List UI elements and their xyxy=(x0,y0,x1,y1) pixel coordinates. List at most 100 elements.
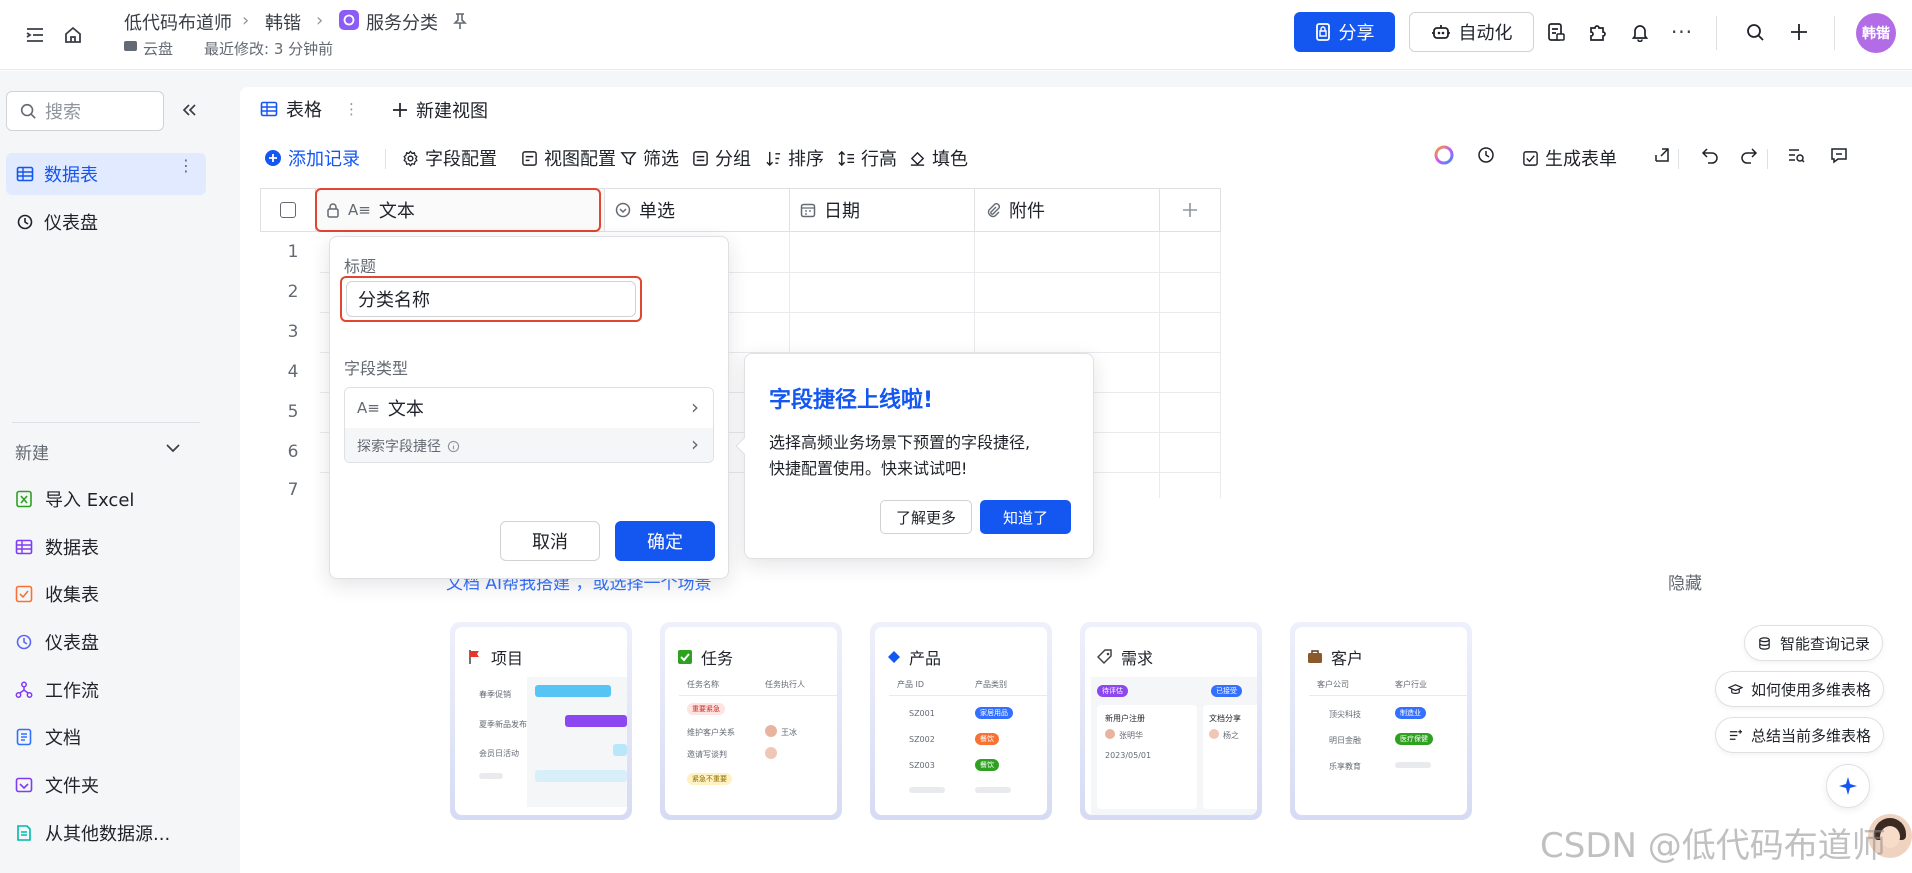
collapse-icon[interactable] xyxy=(180,101,198,119)
home-icon[interactable] xyxy=(58,20,88,50)
robot-icon xyxy=(1431,25,1450,39)
new-folder[interactable]: 文件夹 xyxy=(15,770,99,800)
new-workflow[interactable]: 工作流 xyxy=(15,675,99,705)
template-card-customer[interactable]: 客户 客户公司 客户行业 顶尖科技 制造业 明日金融 医疗保健 乐享教育 xyxy=(1290,622,1472,820)
sort-button[interactable]: 排序 xyxy=(765,145,824,171)
row-height-button[interactable]: 行高 xyxy=(838,145,897,171)
gear-icon xyxy=(403,149,418,167)
got-it-button[interactable]: 知道了 xyxy=(980,500,1071,534)
toolbar: 添加记录 字段配置 视图配置 筛选 分组 排序 行高 填色 生成表单 xyxy=(240,133,1912,179)
graduation-icon xyxy=(1728,683,1743,694)
cancel-button[interactable]: 取消 xyxy=(500,521,600,561)
new-doc[interactable]: 文档 xyxy=(15,722,81,752)
more-vertical-icon[interactable]: ⋮ xyxy=(178,158,194,174)
table-icon xyxy=(16,166,34,182)
share-out-icon[interactable] xyxy=(1653,146,1671,164)
table-icon xyxy=(260,101,278,117)
search-icon[interactable] xyxy=(1740,17,1770,47)
chevron-down-icon[interactable] xyxy=(164,441,182,455)
history-icon[interactable] xyxy=(1477,146,1495,164)
new-dashboard[interactable]: 仪表盘 xyxy=(15,627,99,657)
summarize-button[interactable]: 总结当前多维表格 xyxy=(1715,717,1885,753)
confirm-button[interactable]: 确定 xyxy=(615,521,715,561)
view-config-button[interactable]: 视图配置 xyxy=(521,145,616,171)
add-circle-icon xyxy=(265,150,281,166)
doc-title[interactable]: 服务分类 xyxy=(366,9,438,35)
comment-icon[interactable] xyxy=(1830,146,1848,164)
redo-icon[interactable] xyxy=(1740,146,1758,164)
sidebar: 搜索 数据表 ⋮ 仪表盘 新建 导入 Excel 数据表 收集表 仪表盘 工作流… xyxy=(0,71,220,873)
sidebar-item-dashboard[interactable]: 仪表盘 xyxy=(6,201,206,243)
plus-icon xyxy=(393,103,407,117)
field-type-dropdown[interactable]: A≡ 文本 › xyxy=(345,388,713,428)
add-column-button[interactable] xyxy=(1159,188,1221,232)
ai-assistant-button[interactable] xyxy=(1826,764,1870,808)
base-app-icon xyxy=(339,10,359,30)
more-icon[interactable]: ··· xyxy=(1667,17,1697,47)
filter-icon xyxy=(620,151,637,165)
avatar[interactable]: 韩锴 xyxy=(1856,13,1896,53)
new-form[interactable]: 收集表 xyxy=(15,579,99,609)
checkbox-form-icon xyxy=(1523,150,1538,166)
lock-file-icon xyxy=(1315,23,1330,41)
tab-table[interactable]: 表格 ⋮ xyxy=(240,87,364,133)
row-number: 5 xyxy=(287,402,299,422)
excel-icon xyxy=(16,490,32,508)
share-button[interactable]: 分享 xyxy=(1294,12,1395,52)
new-import-excel[interactable]: 导入 Excel xyxy=(15,484,134,514)
column-header-select[interactable]: 单选 xyxy=(604,188,790,232)
explore-shortcuts-row[interactable]: 探索字段捷径 › xyxy=(345,428,713,462)
template-card-product[interactable]: 产品 产品 ID 产品类别 SZ001 家居用品 SZ002 餐饮 SZ003 … xyxy=(870,622,1052,820)
plugin-icon[interactable] xyxy=(1582,17,1612,47)
column-header-date[interactable]: 日期 xyxy=(789,188,975,232)
row-number: 6 xyxy=(287,442,299,462)
search-input[interactable]: 搜索 xyxy=(6,91,164,131)
find-icon[interactable] xyxy=(1787,146,1805,164)
automation-button[interactable]: 自动化 xyxy=(1409,12,1534,52)
chevron-right-icon: › xyxy=(691,395,699,419)
collapse-sidebar-icon[interactable] xyxy=(20,20,50,50)
template-card-task[interactable]: 任务 任务名称 任务执行人 重要紧急 维护客户关系 王冰 邀请写谈判 紧急不重要 xyxy=(660,622,842,820)
column-highlight-box xyxy=(315,188,601,232)
how-to-use-button[interactable]: 如何使用多维表格 xyxy=(1715,671,1885,707)
template-card-requirement[interactable]: 需求 待评估 已接受 新用户注册 张明华 2023/05/01 文档分享 杨之 xyxy=(1080,622,1262,820)
green-check-icon xyxy=(678,650,692,664)
field-config-button[interactable]: 字段配置 xyxy=(402,145,497,171)
pin-icon[interactable] xyxy=(452,12,468,30)
template-card-project[interactable]: 项目 春季促销 夏季新品发布 会员日活动 xyxy=(450,622,632,820)
new-datasource[interactable]: 从其他数据源... xyxy=(15,818,170,848)
sort-icon xyxy=(766,151,781,166)
column-header-attachment[interactable]: 附件 xyxy=(974,188,1160,232)
undo-icon[interactable] xyxy=(1701,146,1719,164)
row-number: 1 xyxy=(287,242,299,262)
breadcrumb-0[interactable]: 低代码布道师 xyxy=(124,9,232,35)
learn-more-button[interactable]: 了解更多 xyxy=(880,500,972,534)
add-record-button[interactable]: 添加记录 xyxy=(264,145,360,171)
new-view-button[interactable]: 新建视图 xyxy=(392,87,488,133)
breadcrumb-1[interactable]: 韩锴 xyxy=(265,9,301,35)
sidebar-item-datatable[interactable]: 数据表 ⋮ xyxy=(6,153,206,195)
filter-button[interactable]: 筛选 xyxy=(620,145,679,171)
field-shortcut-tip: 字段捷径上线啦! 选择高频业务场景下预置的字段捷径, 快捷配置使用。快来试试吧!… xyxy=(735,353,1094,559)
input-highlight-box xyxy=(340,276,642,322)
smart-query-button[interactable]: 智能查询记录 xyxy=(1744,625,1884,661)
form-icon xyxy=(15,585,33,603)
fill-color-button[interactable]: 填色 xyxy=(909,145,968,171)
view-config-icon xyxy=(522,150,537,166)
ai-orb-icon[interactable] xyxy=(1433,144,1455,166)
database-icon xyxy=(1759,636,1770,650)
new-datatable[interactable]: 数据表 xyxy=(15,532,99,562)
template-title: 客户 xyxy=(1331,649,1364,668)
generate-form-button[interactable]: 生成表单 xyxy=(1522,145,1617,171)
plus-icon[interactable] xyxy=(1784,17,1814,47)
group-icon xyxy=(693,150,708,166)
template-icon[interactable] xyxy=(1541,17,1571,47)
group-button[interactable]: 分组 xyxy=(692,145,751,171)
search-icon xyxy=(20,103,36,119)
more-vertical-icon[interactable]: ⋮ xyxy=(344,100,359,118)
bell-icon[interactable] xyxy=(1625,17,1655,47)
location-label[interactable]: 云盘 xyxy=(143,38,173,59)
select-all-checkbox[interactable] xyxy=(260,188,316,232)
dashboard-icon xyxy=(16,634,32,650)
hide-templates-button[interactable]: 隐藏 xyxy=(1668,569,1702,594)
